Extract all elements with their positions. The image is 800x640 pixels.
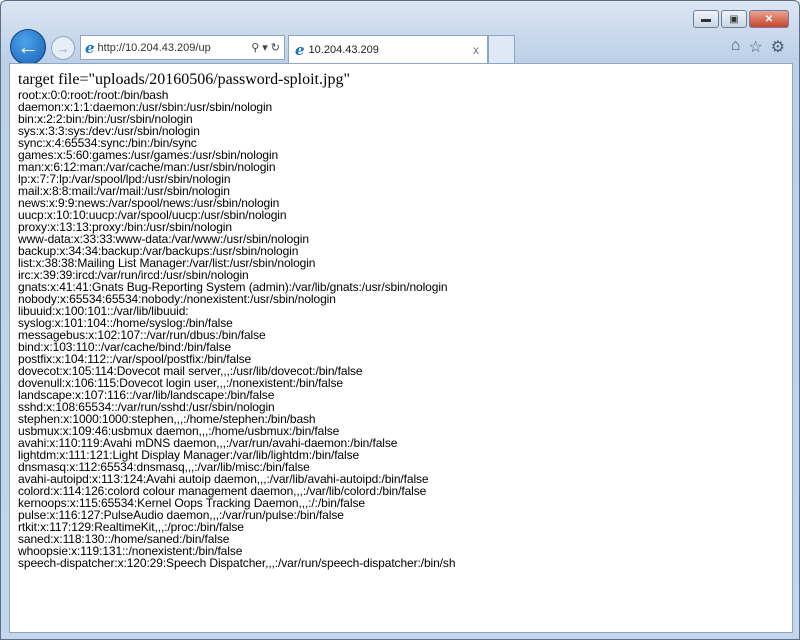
back-button[interactable]: ← [10, 29, 46, 65]
page-heading: target file="uploads/20160506/password-s… [18, 71, 350, 88]
home-icon[interactable]: ⌂ [731, 37, 741, 57]
favorites-star-icon[interactable]: ☆ [748, 37, 762, 57]
passwd-line: speech-dispatcher:x:120:29:Speech Dispat… [18, 556, 456, 570]
address-bar[interactable]: e http://10.204.43.209/up ⚲ ▾ ↻ [80, 35, 285, 60]
ie-icon: e [85, 38, 95, 57]
new-tab-button[interactable] [488, 35, 515, 63]
minimize-button[interactable]: ▬ [693, 10, 719, 28]
tab-title: 10.204.43.209 [308, 43, 379, 56]
toolbar-icons: ⌂ ☆ ⚙ [731, 37, 785, 57]
close-button[interactable]: ✕ [749, 10, 789, 28]
tab-close-icon[interactable]: x [473, 43, 479, 57]
browser-window: ▬ ▣ ✕ ← → e http://10.204.43.209/up ⚲ ▾ … [0, 0, 800, 640]
search-icon[interactable]: ⚲ [251, 41, 259, 54]
forward-button[interactable]: → [51, 36, 75, 60]
gear-icon[interactable]: ⚙ [771, 37, 785, 57]
refresh-icon[interactable]: ↻ [271, 41, 280, 54]
window-controls: ▬ ▣ ✕ [693, 10, 789, 28]
address-text[interactable]: http://10.204.43.209/up [98, 42, 211, 54]
tab-active[interactable]: e 10.204.43.209 x [288, 35, 488, 63]
ie-icon: e [295, 40, 305, 59]
page-content: target file="uploads/20160506/password-s… [9, 63, 793, 633]
file-contents: root:x:0:0:root:/root:/bin/bash daemon:x:… [18, 89, 792, 569]
maximize-button[interactable]: ▣ [721, 10, 747, 28]
dropdown-icon[interactable]: ▾ [262, 41, 268, 54]
